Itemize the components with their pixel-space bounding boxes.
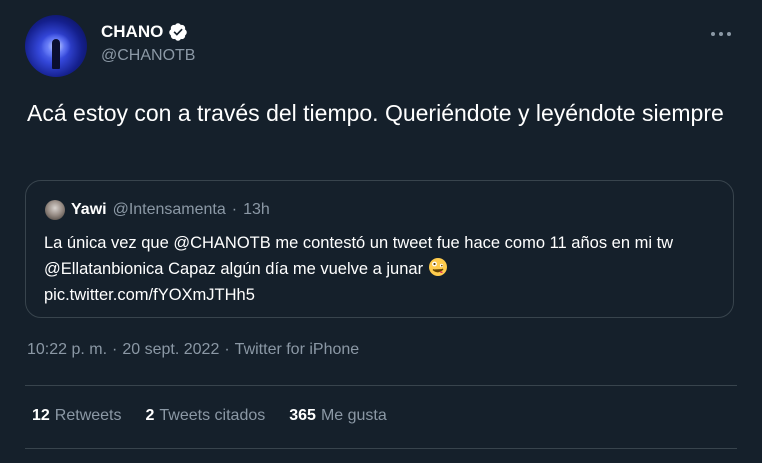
likes-label: Me gusta [320, 407, 387, 424]
tweet-source[interactable]: Twitter for iPhone [235, 341, 360, 359]
author-avatar[interactable] [25, 15, 87, 77]
quote-tweets-stat[interactable]: 2 Tweets citados [146, 407, 266, 425]
quoted-timestamp: 13h [243, 201, 270, 218]
quote-tweets-label: Tweets citados [159, 407, 266, 424]
quote-tweets-count: 2 [145, 407, 155, 424]
quoted-author-name: Yawi [71, 201, 107, 218]
avatar-performer-silhouette [52, 39, 60, 69]
quoted-tweet[interactable]: Yawi @Intensamenta · 13h La única vez qu… [25, 180, 734, 318]
zany-face-emoji-icon [428, 258, 447, 276]
divider [25, 448, 737, 449]
tweet-text: Acá estoy con a través del tiempo. Queri… [27, 100, 724, 126]
author-handle[interactable]: @CHANOTB [101, 47, 195, 65]
more-dot [711, 32, 715, 36]
retweets-count: 12 [32, 407, 50, 424]
verified-badge-icon[interactable] [168, 22, 188, 42]
author-display-name[interactable]: CHANO [101, 22, 163, 42]
likes-stat[interactable]: 365 Me gusta [289, 407, 387, 425]
more-options-icon[interactable] [708, 24, 734, 44]
retweets-stat[interactable]: 12 Retweets [32, 407, 122, 425]
likes-count: 365 [289, 407, 316, 424]
quoted-tweet-header: Yawi @Intensamenta · 13h [45, 200, 270, 220]
retweets-label: Retweets [54, 407, 122, 424]
engagement-stats: 12 Retweets 2 Tweets citados 365 Me gust… [32, 407, 387, 425]
quoted-text-body: La única vez que @CHANOTB me contestó un… [44, 234, 674, 278]
tweet-date[interactable]: 20 sept. 2022 [122, 341, 219, 359]
author-name-row: CHANO [101, 22, 188, 42]
quoted-separator: · [231, 201, 238, 218]
quoted-author-handle: @Intensamenta [112, 201, 226, 218]
meta-separator: · [224, 341, 230, 358]
tweet-meta: 10:22 p. m. · 20 sept. 2022 · Twitter fo… [27, 341, 359, 359]
divider [25, 385, 737, 386]
quoted-media-link[interactable]: pic.twitter.com/fYOXmJTHh5 [44, 286, 255, 304]
more-dot [727, 32, 731, 36]
more-dot [719, 32, 723, 36]
tweet-time[interactable]: 10:22 p. m. [27, 341, 107, 359]
quoted-tweet-text: La única vez que @CHANOTB me contestó un… [44, 230, 724, 308]
tweet-detail: CHANO @CHANOTB Acá estoy con a través de… [0, 0, 762, 463]
quoted-author-avatar [45, 200, 65, 220]
meta-separator: · [112, 341, 118, 358]
